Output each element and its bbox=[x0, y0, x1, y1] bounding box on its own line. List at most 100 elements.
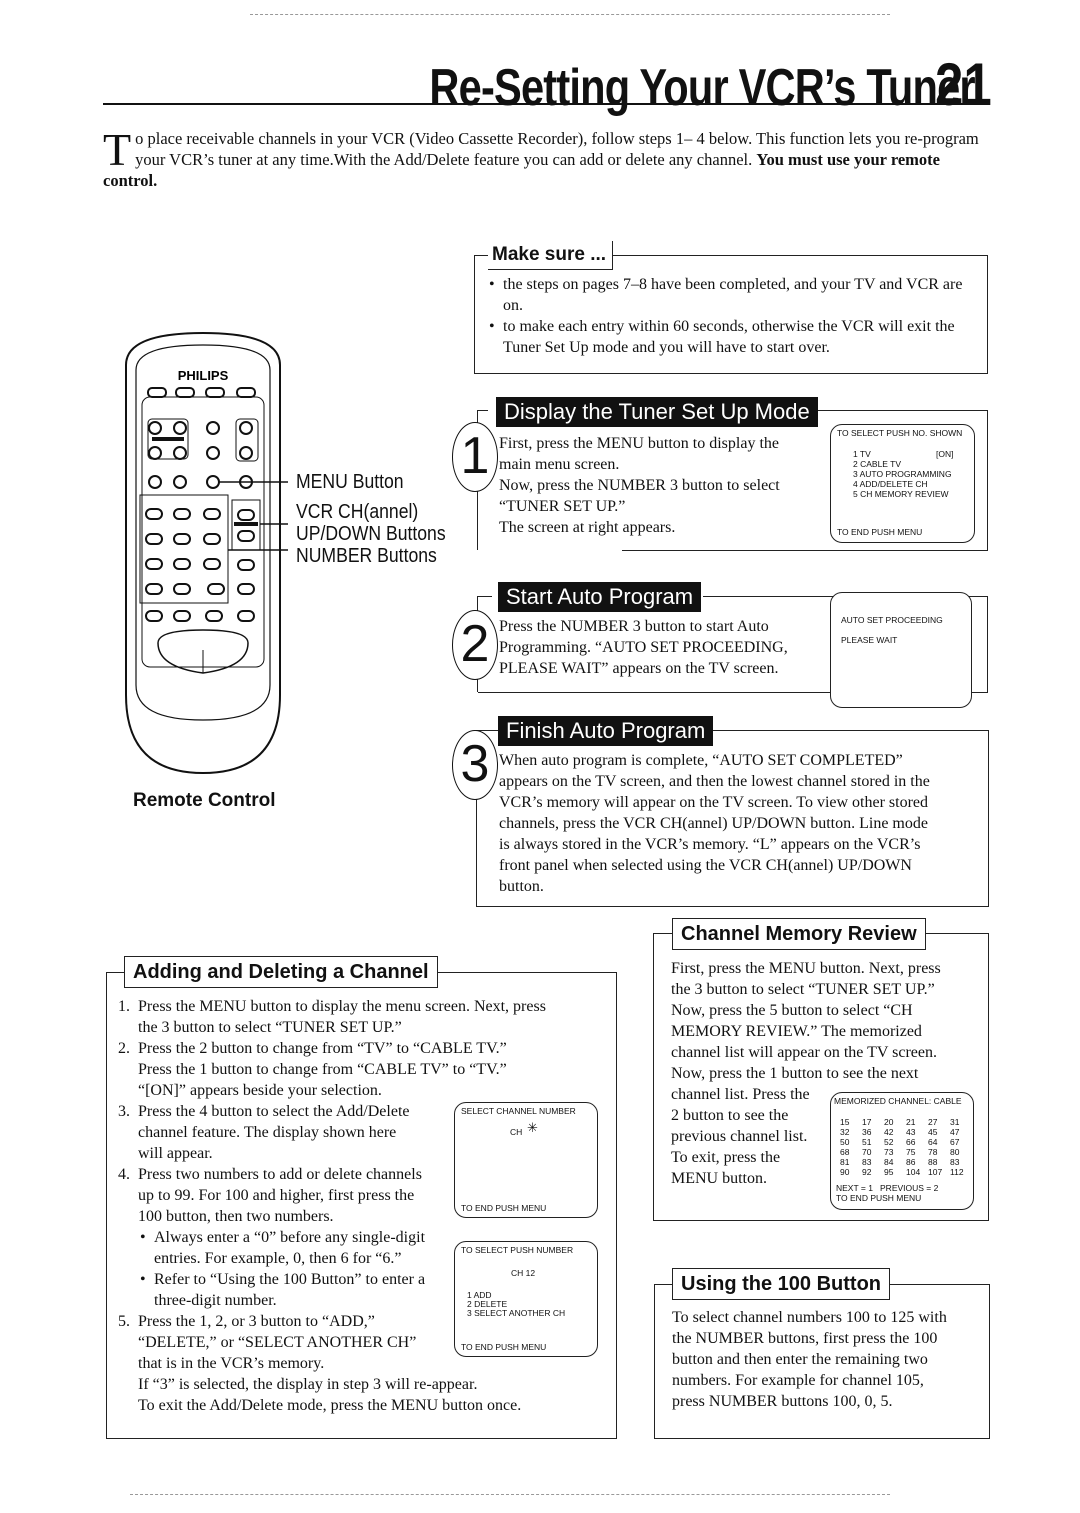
step1-header: Display the Tuner Set Up Mode bbox=[496, 397, 818, 427]
step-line: “[ON]” appears beside your selection. bbox=[138, 1082, 382, 1099]
step2-text: Press the NUMBER 3 button to start Auto … bbox=[499, 616, 819, 679]
text-line: the 3 button to select “TUNER SET UP.” bbox=[671, 981, 935, 998]
remote-brand: PHILIPS bbox=[178, 368, 229, 383]
add-delete-label: Adding and Deleting a Channel bbox=[124, 956, 438, 988]
channel-number: 95 bbox=[884, 1167, 894, 1177]
step3-line: is always stored in the VCR’s memory. “L… bbox=[499, 836, 921, 853]
channel-number: 32 bbox=[840, 1127, 850, 1137]
hundred-button-label: Using the 100 Button bbox=[672, 1268, 891, 1300]
tv-text: TO SELECT PUSH NUMBER bbox=[461, 1245, 574, 1255]
step3-line: When auto program is complete, “AUTO SET… bbox=[499, 752, 903, 769]
step2-line: Press the NUMBER 3 button to start Auto bbox=[499, 618, 769, 635]
channel-number: 51 bbox=[862, 1137, 872, 1147]
tv-text: TO END PUSH MENU bbox=[461, 1342, 547, 1352]
channel-number: 92 bbox=[862, 1167, 872, 1177]
step1-line: “TUNER SET UP.” bbox=[499, 498, 626, 515]
tv-menu-item: 3 SELECT ANOTHER CH bbox=[467, 1308, 566, 1318]
make-sure-item: the steps on pages 7–8 have been complet… bbox=[489, 274, 979, 316]
page-title: Re-Setting Your VCR’s Tuner bbox=[429, 59, 976, 117]
callout-vcr-ch-line1: VCR CH(annel) bbox=[296, 501, 419, 523]
step1-rule-left bbox=[478, 410, 488, 411]
callout-number-buttons: NUMBER Buttons bbox=[296, 545, 437, 567]
channel-number: 73 bbox=[884, 1147, 894, 1157]
tv-text: TO END PUSH MENU bbox=[836, 1193, 922, 1203]
text-line: To select channel numbers 100 to 125 wit… bbox=[672, 1309, 947, 1326]
tv-text: PLEASE WAIT bbox=[841, 635, 898, 645]
step3-header: Finish Auto Program bbox=[498, 716, 714, 746]
step-line: the 3 button to select “TUNER SET UP.” bbox=[138, 1019, 402, 1036]
channel-number: 68 bbox=[840, 1147, 850, 1157]
channel-number: 47 bbox=[950, 1127, 960, 1137]
scan-artifact-bottom bbox=[130, 1494, 890, 1495]
step1-number: 1 bbox=[452, 422, 498, 492]
step-line: Press the 2 button to change from “TV” t… bbox=[138, 1040, 507, 1057]
make-sure-label: Make sure ... bbox=[488, 241, 614, 270]
step2-rule-left bbox=[478, 596, 492, 597]
step-line: Press the MENU button to display the men… bbox=[138, 998, 546, 1015]
make-sure-list: the steps on pages 7–8 have been complet… bbox=[489, 274, 979, 358]
channel-number: 31 bbox=[950, 1117, 960, 1127]
tv-menu-item: 2 CABLE TV bbox=[853, 459, 902, 469]
page-header: Re-Setting Your VCR’s Tuner21 bbox=[293, 50, 992, 119]
step1-text: First, press the MENU button to display … bbox=[499, 433, 819, 538]
tv-menu-item: 3 AUTO PROGRAMMING bbox=[853, 469, 952, 479]
channel-number: 104 bbox=[906, 1167, 921, 1177]
tv-text: NEXT = 1 PREVIOUS = 2 bbox=[836, 1183, 939, 1193]
make-sure-box: the steps on pages 7–8 have been complet… bbox=[474, 255, 988, 374]
step3-line: button. bbox=[499, 878, 544, 895]
channel-number: 66 bbox=[906, 1137, 916, 1147]
page-number: 21 bbox=[935, 51, 992, 118]
channel-number: 112 bbox=[950, 1167, 964, 1177]
scan-artifact-top bbox=[250, 14, 890, 15]
channel-number: 50 bbox=[840, 1137, 850, 1147]
text-line: channel list will appear on the TV scree… bbox=[671, 1044, 937, 1061]
channel-number: 78 bbox=[928, 1147, 938, 1157]
tv-menu-item: 1 TV bbox=[853, 449, 871, 459]
text-line: First, press the MENU button. Next, pres… bbox=[671, 960, 941, 977]
dropcap: T bbox=[103, 124, 132, 175]
step2-line: Programming. “AUTO SET PROCEEDING, bbox=[499, 639, 788, 656]
callout-menu-button: MENU Button bbox=[296, 471, 404, 493]
step-num: 5. bbox=[118, 1313, 130, 1330]
channel-number: 17 bbox=[862, 1117, 872, 1127]
step-num: 4. bbox=[118, 1166, 130, 1183]
tv-menu-item: 5 CH MEMORY REVIEW bbox=[853, 489, 949, 499]
step3-text: When auto program is complete, “AUTO SET… bbox=[499, 750, 979, 897]
channel-number: 86 bbox=[906, 1157, 916, 1167]
tv-screen-memorized-channels: MEMORIZED CHANNEL: CABLE 15 17 20 21 27 31 32 3… bbox=[830, 1092, 974, 1210]
channel-number: 75 bbox=[906, 1147, 916, 1157]
step1-rule-bottom bbox=[622, 550, 988, 551]
step1-line: First, press the MENU button to display … bbox=[499, 435, 779, 452]
remote-control-illustration: PHILIPS bbox=[125, 331, 288, 775]
text-line: button and then enter the remaining two bbox=[672, 1351, 928, 1368]
channel-number: 15 bbox=[840, 1117, 850, 1127]
step3-line: appears on the TV screen, and then the l… bbox=[499, 773, 930, 790]
step2-rule-vertical-right bbox=[987, 596, 988, 692]
tv-text: CH 12 bbox=[511, 1268, 536, 1278]
channel-number: 80 bbox=[950, 1147, 960, 1157]
step3-number: 3 bbox=[452, 730, 498, 800]
tv-screen-auto-set: AUTO SET PROCEEDING PLEASE WAIT bbox=[830, 592, 972, 708]
footer-line: To exit the Add/Delete mode, press the M… bbox=[138, 1397, 522, 1414]
channel-number: 90 bbox=[840, 1167, 850, 1177]
step-num: 3. bbox=[118, 1103, 130, 1120]
step-num: 2. bbox=[118, 1040, 130, 1057]
make-sure-item: to make each entry within 60 seconds, ot… bbox=[489, 316, 979, 358]
step-line: Press the 1 button to change from “CABLE… bbox=[138, 1061, 507, 1078]
callout-vcr-ch-line2: UP/DOWN Buttons bbox=[296, 523, 446, 545]
footer-line: If “3” is selected, the display in step … bbox=[138, 1376, 478, 1393]
memory-review-label: Channel Memory Review bbox=[672, 918, 926, 950]
tv-text: CH bbox=[510, 1127, 523, 1137]
channel-number: 36 bbox=[862, 1127, 872, 1137]
channel-number: 70 bbox=[862, 1147, 872, 1157]
tv-screen-add-delete: TO SELECT PUSH NUMBER CH 12 1 ADD 2 DELE… bbox=[454, 1241, 598, 1357]
text-line: numbers. For example for channel 105, bbox=[672, 1372, 924, 1389]
tv-screen-tuner-menu: TO SELECT PUSH NO. SHOWN 1 TV [ON] 2 CAB… bbox=[830, 424, 975, 543]
channel-number: 83 bbox=[950, 1157, 960, 1167]
tv-text: SELECT CHANNEL NUMBER bbox=[461, 1106, 576, 1116]
step3-line: channels, press the VCR CH(annel) UP/DOW… bbox=[499, 815, 928, 832]
text-line: Now, press the 5 button to select “CH bbox=[671, 1002, 913, 1019]
channel-number: 42 bbox=[884, 1127, 894, 1137]
tv-text: TO END PUSH MENU bbox=[461, 1203, 547, 1213]
channel-number: 27 bbox=[928, 1117, 938, 1127]
